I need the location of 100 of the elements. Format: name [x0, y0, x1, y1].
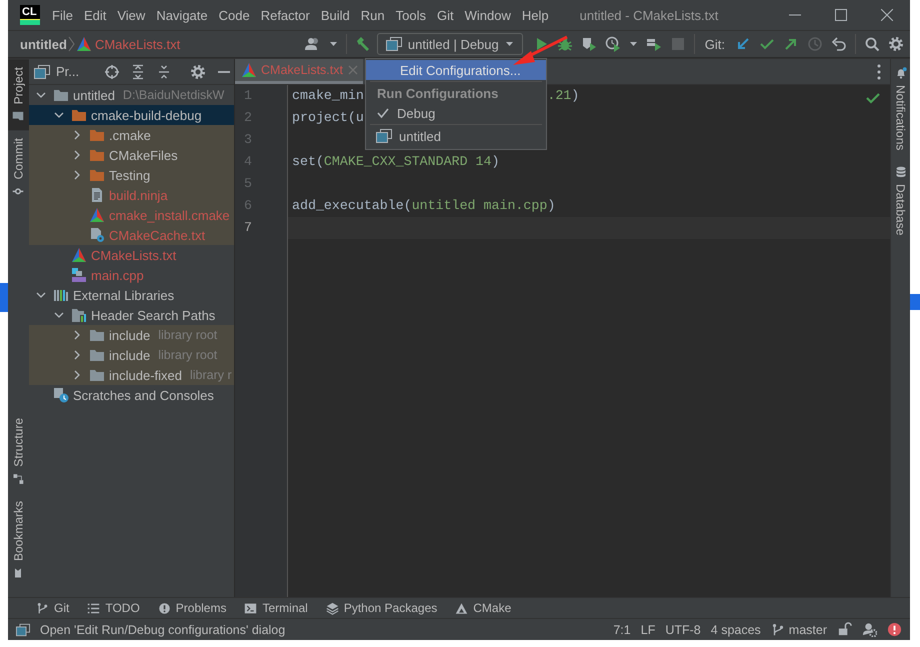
- menu-item[interactable]: Tools: [390, 8, 431, 22]
- tool-window-tab[interactable]: Structure: [8, 410, 29, 493]
- status-item[interactable]: LF: [636, 622, 660, 636]
- tool-window-button[interactable]: Problems: [150, 601, 234, 615]
- close-icon[interactable]: [881, 9, 893, 21]
- tree-item[interactable]: CMakeFiles: [29, 145, 234, 165]
- hammer-icon[interactable]: [354, 36, 371, 52]
- folder-icon: [89, 327, 105, 343]
- tree-item[interactable]: untitled D:\BaiduNetdiskW: [29, 85, 234, 105]
- document-gear-icon: [89, 227, 105, 243]
- line-number: 7: [243, 219, 253, 237]
- menu-item[interactable]: untitled: [366, 126, 546, 146]
- code-line: set(CMAKE_CXX_STANDARD 14): [291, 153, 500, 171]
- window-icon: [376, 128, 392, 144]
- tree-item[interactable]: include library root: [29, 325, 234, 345]
- terminal-icon: [244, 602, 258, 614]
- triangle-logo-icon: [89, 207, 105, 223]
- path-hint: library r: [190, 368, 232, 382]
- menu-item[interactable]: Help: [516, 8, 554, 22]
- bell-icon: [894, 67, 906, 79]
- document-icon: [89, 187, 105, 203]
- code-line: .21): [547, 87, 580, 105]
- settings-icon[interactable]: [888, 36, 904, 52]
- window-icon: [34, 64, 50, 80]
- arrow-down-left-icon[interactable]: [735, 36, 751, 52]
- attach-icon[interactable]: [646, 36, 662, 52]
- breadcrumb-separator: [66, 36, 76, 52]
- tool-window-button[interactable]: Git: [28, 601, 78, 615]
- tree-item[interactable]: include library root: [29, 345, 234, 365]
- menu-item[interactable]: Edit: [78, 8, 112, 22]
- tree-item[interactable]: Header Search Paths: [29, 305, 234, 325]
- tree-item[interactable]: include-fixed library r: [29, 365, 234, 385]
- window-title: untitled - CMakeLists.txt: [580, 8, 718, 22]
- cpp-file-icon: [71, 267, 87, 283]
- tool-window-button[interactable]: Terminal: [236, 601, 316, 615]
- shield-run-icon[interactable]: [580, 36, 597, 52]
- status-item[interactable]: UTF-8: [660, 622, 706, 636]
- tool-window-tab[interactable]: Notifications: [891, 59, 910, 158]
- triangle-logo-icon: [71, 247, 87, 263]
- section-header: Run Configurations: [376, 84, 500, 103]
- error-icon[interactable]: [887, 622, 902, 637]
- breadcrumb-item[interactable]: untitled: [20, 36, 67, 52]
- tool-window-button[interactable]: CMake: [447, 601, 520, 615]
- arrow-up-right-icon[interactable]: [783, 36, 799, 52]
- people-icon[interactable]: [304, 36, 321, 52]
- code-line: project(u: [291, 109, 364, 127]
- menu-item[interactable]: Window: [460, 8, 516, 22]
- path-hint: D:\BaiduNetdiskW: [122, 88, 224, 102]
- branch-icon: [770, 622, 785, 636]
- background-page-bar: [910, 294, 920, 310]
- folder-icon: [12, 110, 24, 122]
- tool-window-button[interactable]: Python Packages: [318, 601, 446, 615]
- folder-icon: [89, 347, 105, 363]
- menu-item[interactable]: Edit Configurations...: [366, 60, 546, 80]
- more-icon[interactable]: [876, 64, 882, 80]
- status-item[interactable]: 7:1: [608, 622, 636, 636]
- triangle-logo-icon: [76, 36, 92, 52]
- list-icon: [87, 602, 100, 614]
- tree-item[interactable]: cmake-build-debug: [29, 105, 234, 125]
- window-icon[interactable]: [16, 622, 30, 636]
- menu-item[interactable]: Run: [356, 8, 390, 22]
- panel-title[interactable]: Pr...: [34, 64, 80, 80]
- tree-item[interactable]: External Libraries: [29, 285, 234, 305]
- undo-icon[interactable]: [831, 36, 847, 52]
- menu-item[interactable]: View: [112, 8, 150, 22]
- triangle-icon: [455, 602, 468, 614]
- menu-item[interactable]: Code: [214, 8, 255, 22]
- tree-item[interactable]: Scratches and Consoles: [29, 385, 234, 405]
- crosshair-icon[interactable]: [104, 64, 120, 80]
- status-item[interactable]: 4 spaces: [706, 622, 766, 636]
- bug-icon[interactable]: [556, 36, 573, 52]
- tool-window-tab[interactable]: Commit: [8, 130, 29, 206]
- clock-run-icon[interactable]: [604, 36, 621, 52]
- checkmark-icon[interactable]: [866, 91, 880, 105]
- menu-item[interactable]: Refactor: [256, 8, 315, 22]
- tree-item[interactable]: Testing: [29, 165, 234, 185]
- run-configuration-dropdown[interactable]: untitled | Debug: [376, 33, 523, 55]
- lock-icon[interactable]: [837, 622, 852, 637]
- person-gear-icon[interactable]: [862, 622, 877, 637]
- settings-icon[interactable]: [190, 64, 206, 80]
- tool-window-tab[interactable]: Bookmarks: [8, 492, 29, 587]
- status-message: Open 'Edit Run/Debug configurations' dialog: [40, 622, 286, 636]
- folder-icon: [89, 167, 105, 183]
- menu-item[interactable]: Git: [432, 8, 459, 22]
- tool-window-button[interactable]: TODO: [79, 601, 148, 615]
- layers-icon: [326, 602, 339, 614]
- menu-item[interactable]: File: [47, 8, 78, 22]
- tree-item[interactable]: .cmake: [29, 125, 234, 145]
- library-icon: [53, 287, 69, 303]
- menu-item[interactable]: Build: [316, 8, 355, 22]
- folder-icon: [53, 87, 69, 103]
- menu-item[interactable]: Navigate: [151, 8, 213, 22]
- menu-item[interactable]: Debug: [366, 103, 546, 123]
- git-branch-widget[interactable]: master: [766, 622, 832, 636]
- search-icon[interactable]: [864, 36, 880, 52]
- tool-window-tab[interactable]: Database: [891, 158, 910, 244]
- maximize-icon[interactable]: [835, 9, 847, 21]
- app-logo: CL: [20, 5, 40, 25]
- folder-icon: [89, 147, 105, 163]
- tool-window-tab[interactable]: Project: [8, 59, 29, 130]
